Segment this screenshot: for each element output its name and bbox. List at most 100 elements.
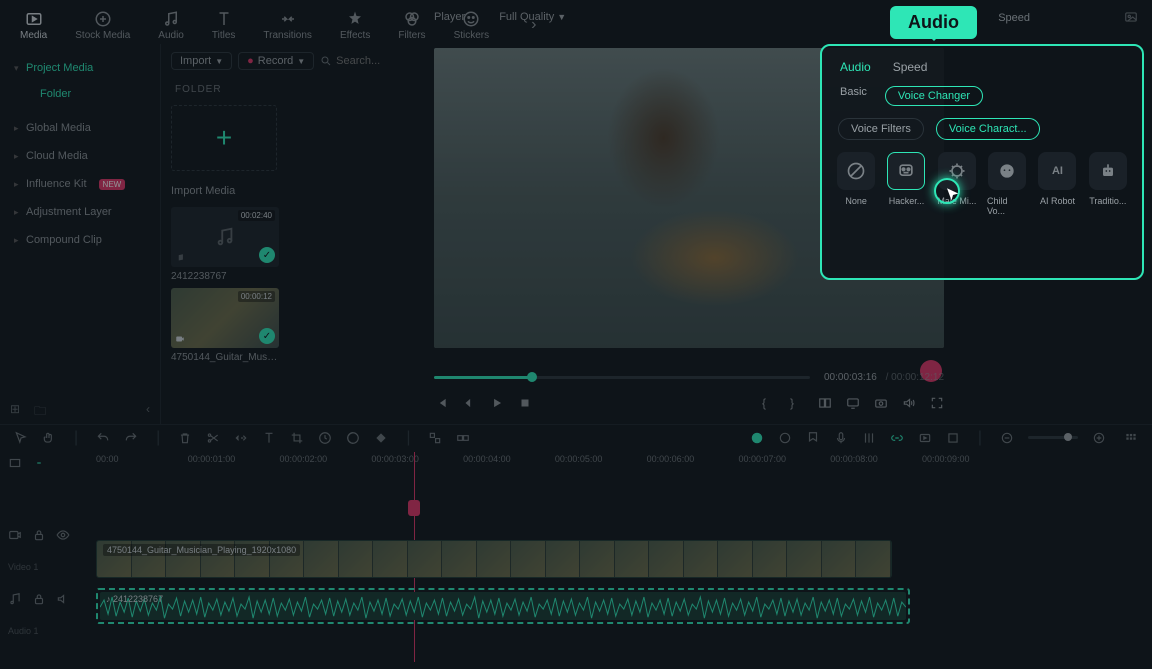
- voice-ai-robot[interactable]: AI AI Robot: [1037, 152, 1077, 216]
- import-button[interactable]: Import▼: [171, 52, 232, 70]
- compare-icon[interactable]: [818, 396, 832, 410]
- timeline-toggle-icon[interactable]: [8, 456, 22, 470]
- new-folder-icon[interactable]: 🗀: [34, 402, 46, 423]
- effects-icon: [346, 10, 364, 28]
- scrub-handle[interactable]: [527, 372, 537, 382]
- voice-tool-icon[interactable]: [778, 431, 792, 445]
- waveform: [100, 592, 906, 620]
- fx-badge-button[interactable]: [920, 360, 942, 382]
- new-bin-icon[interactable]: ⊞: [10, 402, 20, 423]
- tab-stock-media[interactable]: Stock Media: [75, 10, 130, 41]
- play-icon[interactable]: [490, 396, 504, 410]
- tab-media-label: Media: [20, 30, 47, 41]
- scrub-bar[interactable]: [434, 376, 810, 379]
- lock-icon[interactable]: [32, 528, 46, 542]
- marker-icon[interactable]: [806, 431, 820, 445]
- tab-media[interactable]: Media: [20, 10, 47, 41]
- mark-in-icon[interactable]: {: [762, 396, 776, 410]
- sidebar-global-media[interactable]: ▸Global Media: [0, 114, 160, 142]
- mark-out-icon[interactable]: }: [790, 396, 804, 410]
- ungroup-icon[interactable]: [456, 431, 470, 445]
- timeline-options-icon[interactable]: [1124, 431, 1138, 445]
- snap-icon[interactable]: [946, 431, 960, 445]
- stop-icon[interactable]: [518, 396, 532, 410]
- playhead[interactable]: [414, 452, 415, 662]
- timeline-ruler[interactable]: 00:0000:00:01:0000:00:02:0000:00:03:0000…: [96, 454, 922, 476]
- ruler-tick: 00:00:02:00: [280, 454, 328, 464]
- keyframe-icon[interactable]: [374, 431, 388, 445]
- voice-child[interactable]: Child Vo...: [987, 152, 1027, 216]
- zoom-slider[interactable]: [1028, 436, 1078, 439]
- search-box[interactable]: [320, 55, 416, 67]
- mic-icon[interactable]: [834, 431, 848, 445]
- search-icon: [320, 55, 332, 67]
- zoom-out-icon[interactable]: [1000, 431, 1014, 445]
- clip-duration: 00:00:12: [238, 291, 275, 302]
- media-clip-audio[interactable]: 00:02:40 ✓ 2412238767: [171, 207, 279, 282]
- video-track-icon[interactable]: [8, 528, 22, 542]
- split-icon[interactable]: [206, 431, 220, 445]
- quality-dropdown[interactable]: Full Quality ▼: [499, 11, 566, 23]
- zoom-in-icon[interactable]: [1092, 431, 1106, 445]
- tab-audio-label: Audio: [158, 30, 184, 41]
- tab-audio[interactable]: Audio: [158, 10, 184, 41]
- render-icon[interactable]: [918, 431, 932, 445]
- sidebar-compound-clip[interactable]: ▸Compound Clip: [0, 226, 160, 254]
- sidebar-global-label: Global Media: [26, 122, 91, 134]
- ruler-tick: 00:00:06:00: [647, 454, 695, 464]
- audio-callout-tag: Audio: [890, 6, 977, 39]
- crop-icon[interactable]: [290, 431, 304, 445]
- import-media-label: Import Media: [171, 185, 406, 197]
- tab-titles[interactable]: Titles: [212, 10, 236, 41]
- fullscreen-icon[interactable]: [930, 396, 944, 410]
- step-back-icon[interactable]: [462, 396, 476, 410]
- tab-effects[interactable]: Effects: [340, 10, 370, 41]
- sidebar-project-media[interactable]: ▾Project Media: [0, 54, 160, 82]
- undo-icon[interactable]: [96, 431, 110, 445]
- collapse-icon[interactable]: ‹: [146, 402, 150, 423]
- option-voice-filters[interactable]: Voice Filters: [838, 118, 924, 140]
- color-icon[interactable]: [346, 431, 360, 445]
- video-clip[interactable]: 4750144_Guitar_Musician_Playing_1920x108…: [96, 540, 892, 578]
- subtab-basic[interactable]: Basic: [840, 86, 867, 106]
- display-icon[interactable]: [846, 396, 860, 410]
- tab-transitions[interactable]: Transitions: [263, 10, 312, 41]
- group-icon[interactable]: [428, 431, 442, 445]
- record-button[interactable]: ●Record▼: [238, 52, 314, 70]
- sidebar-influence-kit[interactable]: ▸Influence KitNEW: [0, 170, 160, 198]
- sidebar-adjustment-layer[interactable]: ▸Adjustment Layer: [0, 198, 160, 226]
- voice-hacker[interactable]: Hacker...: [886, 152, 926, 216]
- voice-traditional[interactable]: Traditio...: [1088, 152, 1128, 216]
- image-icon[interactable]: [1124, 10, 1138, 24]
- pointer-tool-icon[interactable]: [14, 431, 28, 445]
- inspector-tab-audio[interactable]: Audio: [840, 60, 871, 74]
- ripple-icon[interactable]: [234, 431, 248, 445]
- subtab-voice-changer[interactable]: Voice Changer: [885, 86, 983, 106]
- add-media-button[interactable]: +: [171, 105, 277, 171]
- sidebar-folder[interactable]: Folder: [0, 88, 160, 100]
- lock-icon[interactable]: [32, 592, 46, 606]
- visibility-icon[interactable]: [56, 528, 70, 542]
- audio-track-icon[interactable]: [8, 592, 22, 606]
- sidebar-cloud-media[interactable]: ▸Cloud Media: [0, 142, 160, 170]
- audio-tag-icon: [175, 253, 185, 263]
- prev-frame-icon[interactable]: [434, 396, 448, 410]
- audio-clip-selected[interactable]: ♪ 2412238767: [96, 588, 910, 624]
- option-voice-characters[interactable]: Voice Charact...: [936, 118, 1040, 140]
- mute-icon[interactable]: [56, 592, 70, 606]
- volume-icon[interactable]: [902, 396, 916, 410]
- ai-tool-icon[interactable]: [750, 431, 764, 445]
- speed-icon[interactable]: [318, 431, 332, 445]
- text-icon[interactable]: [262, 431, 276, 445]
- hand-tool-icon[interactable]: [42, 431, 56, 445]
- audio-mix-icon[interactable]: [862, 431, 876, 445]
- search-input[interactable]: [336, 55, 416, 67]
- inspector-tab-speed[interactable]: Speed: [893, 60, 928, 74]
- delete-icon[interactable]: [178, 431, 192, 445]
- snapshot-icon[interactable]: [874, 396, 888, 410]
- voice-none[interactable]: None: [836, 152, 876, 216]
- timeline-link-icon[interactable]: [32, 456, 46, 470]
- link-icon[interactable]: [890, 431, 904, 445]
- redo-icon[interactable]: [124, 431, 138, 445]
- media-clip-video[interactable]: 00:00:12 ✓ 4750144_Guitar_Musician_Pl...: [171, 288, 279, 363]
